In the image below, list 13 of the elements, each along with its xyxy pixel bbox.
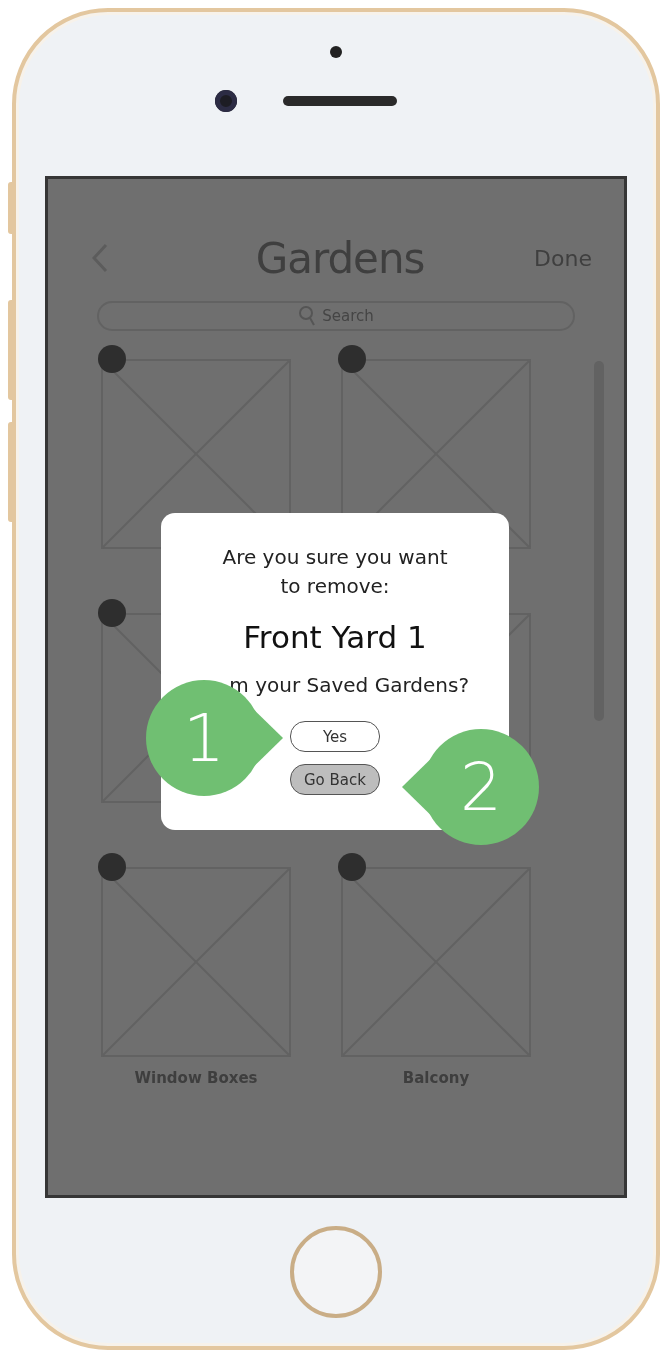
dialog-button[interactable]: Go Back xyxy=(290,764,380,795)
select-circle[interactable] xyxy=(98,345,126,373)
dialog-message: Are you sure you want to remove: xyxy=(221,544,449,600)
search-icon xyxy=(298,305,317,327)
select-circle[interactable] xyxy=(338,853,366,881)
camera-icon xyxy=(215,90,237,112)
step-callout: 2 xyxy=(402,729,539,846)
select-circle[interactable] xyxy=(98,853,126,881)
select-circle[interactable] xyxy=(338,345,366,373)
sensor-dot xyxy=(330,46,342,58)
select-circle[interactable] xyxy=(98,599,126,627)
garden-name: Front Yard 1 xyxy=(243,619,427,655)
dialog-button[interactable]: Yes xyxy=(290,721,380,752)
